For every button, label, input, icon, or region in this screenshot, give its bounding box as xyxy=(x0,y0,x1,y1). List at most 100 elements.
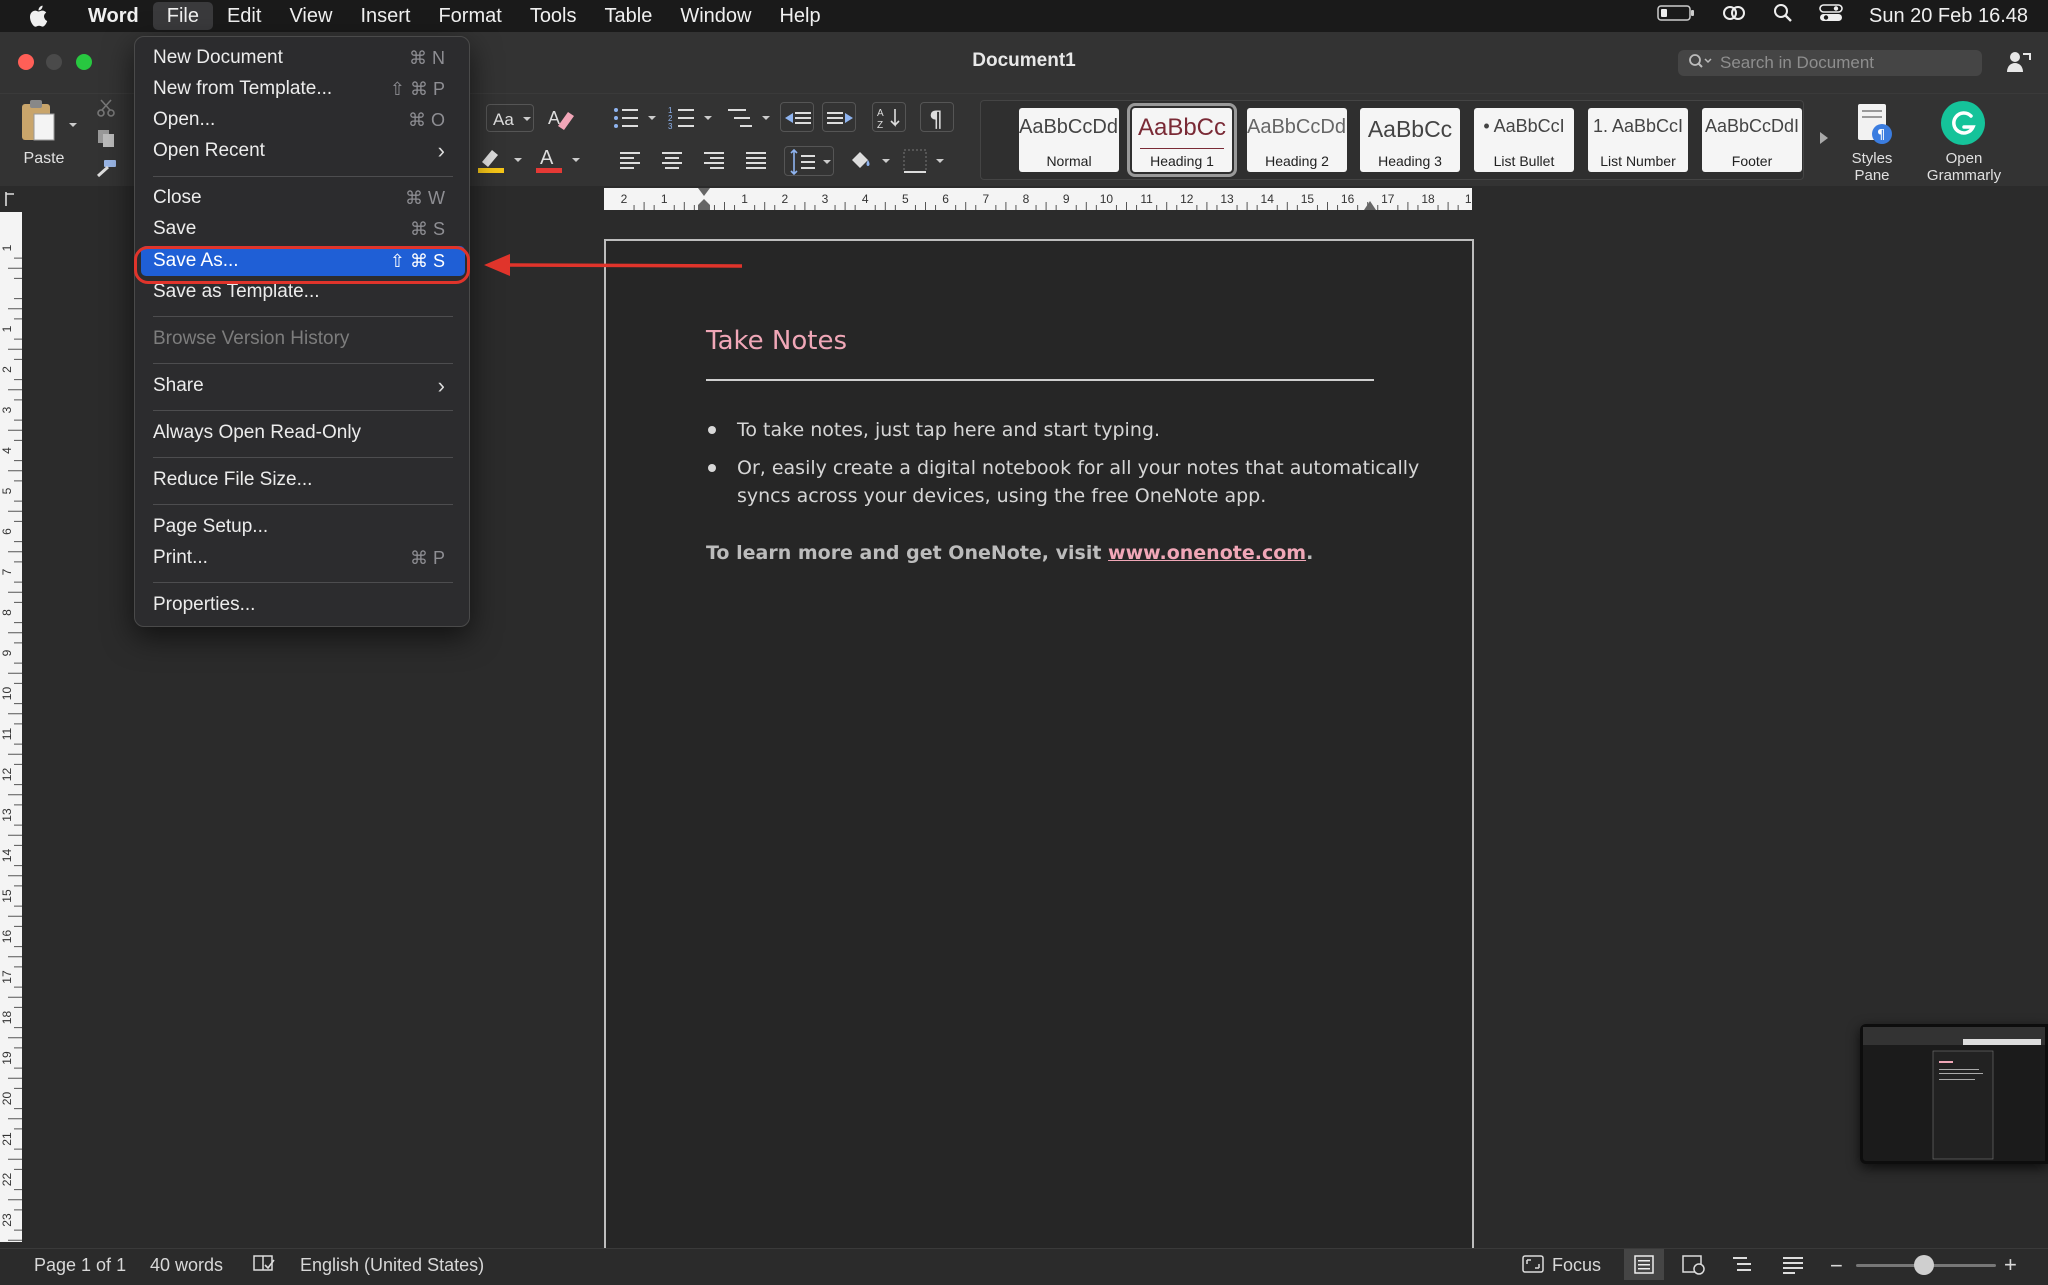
change-case-button[interactable]: Aa xyxy=(486,104,534,132)
open-grammarly-label[interactable]: Open Grammarly xyxy=(1916,150,2012,184)
align-left-icon[interactable] xyxy=(616,148,644,177)
tab-selector-icon[interactable] xyxy=(2,190,18,213)
style-heading-2[interactable]: AaBbCcDdI Heading 2 xyxy=(1247,108,1347,172)
bullets-icon[interactable] xyxy=(612,104,658,137)
justify-icon[interactable] xyxy=(742,148,770,177)
style-heading-3[interactable]: AaBbCc Heading 3 xyxy=(1360,108,1460,172)
menu-insert[interactable]: Insert xyxy=(346,0,424,32)
styles-gallery-more-icon[interactable] xyxy=(1818,130,1830,151)
menu-help[interactable]: Help xyxy=(765,0,834,32)
menu-file[interactable]: File xyxy=(152,2,213,30)
page-count[interactable]: Page 1 of 1 xyxy=(34,1255,126,1276)
bullet-text-2[interactable]: Or, easily create a digital notebook for… xyxy=(737,454,1419,482)
spotlight-search-icon[interactable] xyxy=(1773,3,1793,29)
bullet-text-2-continued[interactable]: syncs across your devices, using the fre… xyxy=(737,482,1266,510)
menu-item-label: Reduce File Size... xyxy=(153,469,313,490)
menu-item-share[interactable]: Share › xyxy=(141,371,465,401)
menu-item-open[interactable]: Open... ⌘ O xyxy=(141,105,465,135)
apple-icon[interactable] xyxy=(26,3,52,29)
document-page[interactable] xyxy=(604,239,1474,1249)
control-center-icon[interactable] xyxy=(1819,3,1843,29)
right-indent-marker[interactable] xyxy=(1364,201,1376,210)
web-layout-icon[interactable] xyxy=(1682,1254,1706,1281)
align-right-icon[interactable] xyxy=(700,148,728,177)
menu-word[interactable]: Word xyxy=(74,0,153,32)
focus-icon[interactable] xyxy=(1522,1254,1544,1279)
paste-icon[interactable] xyxy=(18,98,58,149)
clear-formatting-icon[interactable]: A xyxy=(544,102,580,137)
search-in-document-field[interactable]: Search in Document xyxy=(1678,50,1982,76)
screenshot-thumbnail[interactable] xyxy=(1860,1024,2048,1164)
print-layout-icon[interactable] xyxy=(1624,1249,1664,1280)
menu-tools[interactable]: Tools xyxy=(516,0,591,32)
onenote-link[interactable]: www.onenote.com xyxy=(1108,542,1306,564)
menu-item-open-recent[interactable]: Open Recent › xyxy=(141,136,465,166)
proofing-icon[interactable] xyxy=(252,1253,276,1278)
language[interactable]: English (United States) xyxy=(300,1255,484,1276)
style-list-number[interactable]: 1. AaBbCcI List Number xyxy=(1588,108,1688,172)
grammarly-icon[interactable] xyxy=(1940,100,1986,151)
style-normal[interactable]: AaBbCcDdI Normal xyxy=(1019,108,1119,172)
menu-item-reduce-file-size[interactable]: Reduce File Size... xyxy=(141,465,465,495)
menu-item-close[interactable]: Close ⌘ W xyxy=(141,183,465,213)
draft-view-icon[interactable] xyxy=(1782,1255,1804,1280)
numbering-icon[interactable]: 123 xyxy=(668,104,714,137)
focus-label[interactable]: Focus xyxy=(1552,1255,1601,1276)
zoom-in-icon[interactable]: + xyxy=(2004,1252,2017,1278)
style-heading-1[interactable]: AaBbCc Heading 1 xyxy=(1127,103,1237,177)
show-formatting-marks-icon[interactable]: ¶ xyxy=(920,102,954,133)
increase-indent-icon[interactable] xyxy=(822,102,856,132)
decrease-indent-icon[interactable] xyxy=(780,102,814,132)
menu-table[interactable]: Table xyxy=(591,0,667,32)
battery-icon[interactable] xyxy=(1657,4,1695,28)
style-list-bullet[interactable]: • AaBbCcI List Bullet xyxy=(1474,108,1574,172)
menu-item-properties[interactable]: Properties... xyxy=(141,590,465,620)
font-color-icon[interactable]: A xyxy=(534,144,584,179)
menu-format[interactable]: Format xyxy=(424,0,515,32)
style-footer[interactable]: AaBbCcDdI Footer xyxy=(1702,108,1802,172)
screen-mirroring-icon[interactable] xyxy=(1721,3,1747,29)
learn-more-text[interactable]: To learn more and get OneNote, visit www… xyxy=(706,542,1313,564)
ruler-number: 12 xyxy=(0,768,14,782)
highlight-color-icon[interactable] xyxy=(476,144,526,179)
file-menu-dropdown: New Document ⌘ N New from Template... ⇧ ⌘ … xyxy=(134,36,470,627)
menu-item-always-open-read-only[interactable]: Always Open Read-Only xyxy=(141,418,465,448)
first-line-indent-marker[interactable] xyxy=(698,188,710,196)
cut-icon[interactable] xyxy=(96,98,116,123)
sort-icon[interactable]: AZ xyxy=(872,102,906,132)
borders-icon[interactable] xyxy=(900,146,950,181)
ruler-number: 6 xyxy=(0,528,14,535)
menu-edit[interactable]: Edit xyxy=(213,0,275,32)
zoom-out-icon[interactable]: − xyxy=(1830,1253,1843,1279)
zoom-slider-thumb[interactable] xyxy=(1914,1255,1934,1275)
clock[interactable]: Sun 20 Feb 16.48 xyxy=(1869,5,2028,28)
menu-item-new-document[interactable]: New Document ⌘ N xyxy=(141,43,465,73)
menu-item-shortcut: ⌘ S xyxy=(409,218,445,239)
menu-window[interactable]: Window xyxy=(666,0,765,32)
left-indent-marker[interactable] xyxy=(698,199,710,210)
shading-icon[interactable] xyxy=(846,146,892,181)
menu-item-save[interactable]: Save ⌘ S xyxy=(141,214,465,244)
styles-pane-label[interactable]: Styles Pane xyxy=(1840,150,1904,184)
bullet-text-1[interactable]: To take notes, just tap here and start t… xyxy=(737,416,1160,444)
copy-icon[interactable] xyxy=(96,128,116,153)
paste-options-chevron-icon[interactable] xyxy=(68,116,78,134)
menu-item-new-from-template[interactable]: New from Template... ⇧ ⌘ P xyxy=(141,74,465,104)
vertical-ruler[interactable]: 1 1 2 3 4 5 6 7 8 9 10 11 12 13 14 15 16 17 18 19 20 21 22 23 xyxy=(0,212,22,1251)
horizontal-ruler[interactable]: 2 1 1 2 3 4 5 6 7 8 9 10 11 12 13 14 15 16 17 18 1 xyxy=(604,188,1499,210)
outline-view-icon[interactable] xyxy=(1732,1255,1754,1280)
styles-pane-icon[interactable]: ¶ xyxy=(1852,102,1896,153)
menu-view[interactable]: View xyxy=(275,0,346,32)
paste-label[interactable]: Paste xyxy=(16,150,72,168)
share-icon[interactable] xyxy=(2006,50,2032,79)
document-heading[interactable]: Take Notes xyxy=(706,326,847,356)
align-center-icon[interactable] xyxy=(658,148,686,177)
format-painter-icon[interactable] xyxy=(94,158,118,183)
ruler-number: 17 xyxy=(1381,192,1395,206)
line-spacing-icon[interactable] xyxy=(784,146,834,176)
menu-item-page-setup[interactable]: Page Setup... xyxy=(141,512,465,542)
word-count[interactable]: 40 words xyxy=(150,1255,223,1276)
menu-item-print[interactable]: Print... ⌘ P xyxy=(141,543,465,573)
multilevel-list-icon[interactable] xyxy=(726,104,772,137)
ruler-number: 2 xyxy=(0,366,14,373)
